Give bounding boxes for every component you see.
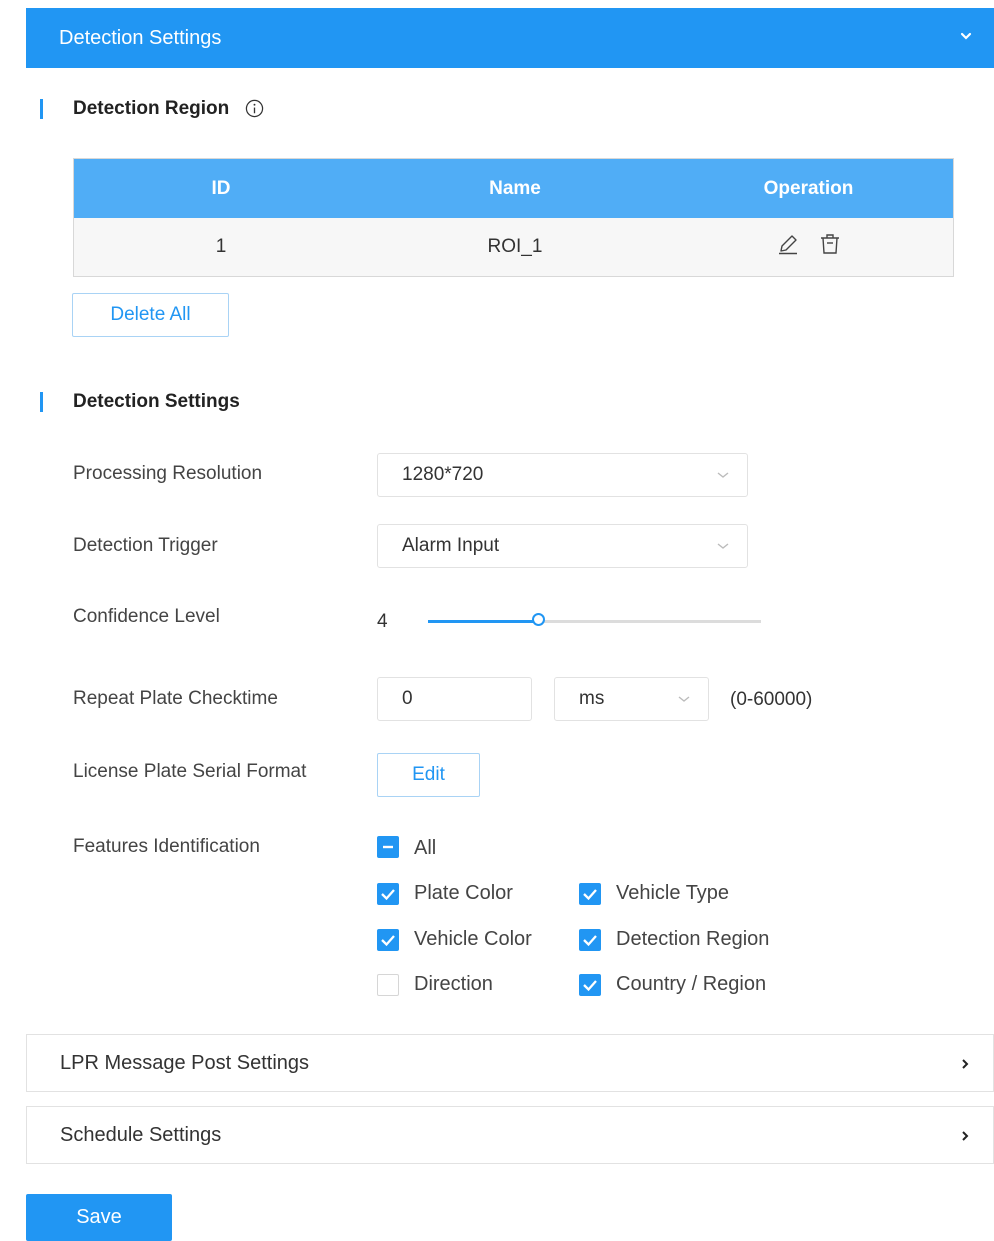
delete-icon[interactable] — [818, 232, 842, 256]
panel-title: Detection Settings — [59, 27, 222, 49]
detection-settings-heading: Detection Settings — [40, 391, 240, 413]
save-button[interactable]: Save — [26, 1194, 172, 1241]
table-header: ID Name Operation — [74, 159, 953, 218]
country-region-checkbox[interactable] — [579, 974, 601, 996]
check-icon — [381, 935, 395, 947]
detection-region-checkbox[interactable] — [579, 929, 601, 951]
check-icon — [381, 889, 395, 901]
edit-serial-format-button[interactable]: Edit — [377, 753, 480, 797]
confidence-level-value: 4 — [377, 611, 388, 632]
features-identification-label: Features Identification — [73, 836, 260, 857]
processing-resolution-select[interactable]: 1280*720 — [377, 453, 748, 497]
detection-trigger-label: Detection Trigger — [73, 535, 218, 556]
select-value: ms — [579, 688, 605, 709]
row-operations — [662, 218, 955, 276]
panel-title: Schedule Settings — [60, 1124, 222, 1146]
schedule-settings-panel[interactable]: Schedule Settings — [26, 1106, 994, 1164]
chevron-down-icon — [717, 543, 729, 549]
section-accent-bar — [40, 99, 43, 119]
vehicle-color-label: Vehicle Color — [414, 928, 532, 950]
plate-color-checkbox[interactable] — [377, 883, 399, 905]
detection-settings-panel-header[interactable]: Detection Settings — [26, 8, 994, 68]
section-accent-bar — [40, 392, 43, 412]
confidence-slider-fill — [428, 620, 538, 623]
row-id: 1 — [215, 236, 227, 257]
chevron-down-icon — [717, 472, 729, 478]
table-row: 1 ROI_1 — [74, 218, 953, 276]
detection-region-label: Detection Region — [616, 928, 770, 950]
column-header-name: Name — [489, 177, 541, 199]
vehicle-type-checkbox[interactable] — [579, 883, 601, 905]
chevron-down-icon — [678, 696, 690, 702]
delete-all-button[interactable]: Delete All — [72, 293, 229, 337]
select-value: Alarm Input — [402, 535, 500, 556]
plate-color-label: Plate Color — [414, 882, 513, 904]
info-icon[interactable] — [245, 99, 264, 118]
detection-trigger-select[interactable]: Alarm Input — [377, 524, 748, 568]
time-unit-select[interactable]: ms — [554, 677, 709, 721]
chevron-right-icon — [962, 1059, 969, 1069]
column-header-operation: Operation — [763, 177, 854, 199]
all-checkbox[interactable] — [377, 836, 399, 858]
minus-icon — [383, 845, 393, 849]
select-value: 1280*720 — [402, 464, 484, 485]
country-region-label: Country / Region — [616, 973, 767, 995]
all-checkbox-label: All — [414, 837, 437, 859]
confidence-level-label: Confidence Level — [73, 606, 220, 627]
confidence-slider-thumb[interactable] — [531, 613, 545, 626]
vehicle-color-checkbox[interactable] — [377, 929, 399, 951]
panel-title: LPR Message Post Settings — [60, 1052, 310, 1074]
lpr-message-post-settings-panel[interactable]: LPR Message Post Settings — [26, 1034, 994, 1092]
check-icon — [583, 889, 597, 901]
edit-icon[interactable] — [776, 232, 800, 256]
vehicle-type-label: Vehicle Type — [616, 882, 730, 904]
direction-label: Direction — [414, 973, 493, 995]
repeat-plate-checktime-input[interactable]: 0 — [377, 677, 532, 721]
row-name: ROI_1 — [487, 236, 543, 257]
repeat-plate-checktime-label: Repeat Plate Checktime — [73, 688, 278, 709]
chevron-down-icon[interactable] — [960, 30, 972, 42]
chevron-right-icon — [962, 1131, 969, 1141]
detection-region-table: ID Name Operation 1 ROI_1 — [73, 158, 954, 277]
column-header-id: ID — [211, 177, 231, 199]
direction-checkbox[interactable] — [377, 974, 399, 996]
serial-format-label: License Plate Serial Format — [73, 761, 307, 782]
processing-resolution-label: Processing Resolution — [73, 463, 263, 484]
input-value: 0 — [402, 688, 413, 709]
detection-region-heading: Detection Region — [40, 98, 264, 120]
range-hint: (0-60000) — [730, 689, 813, 710]
check-icon — [583, 980, 597, 992]
check-icon — [583, 935, 597, 947]
